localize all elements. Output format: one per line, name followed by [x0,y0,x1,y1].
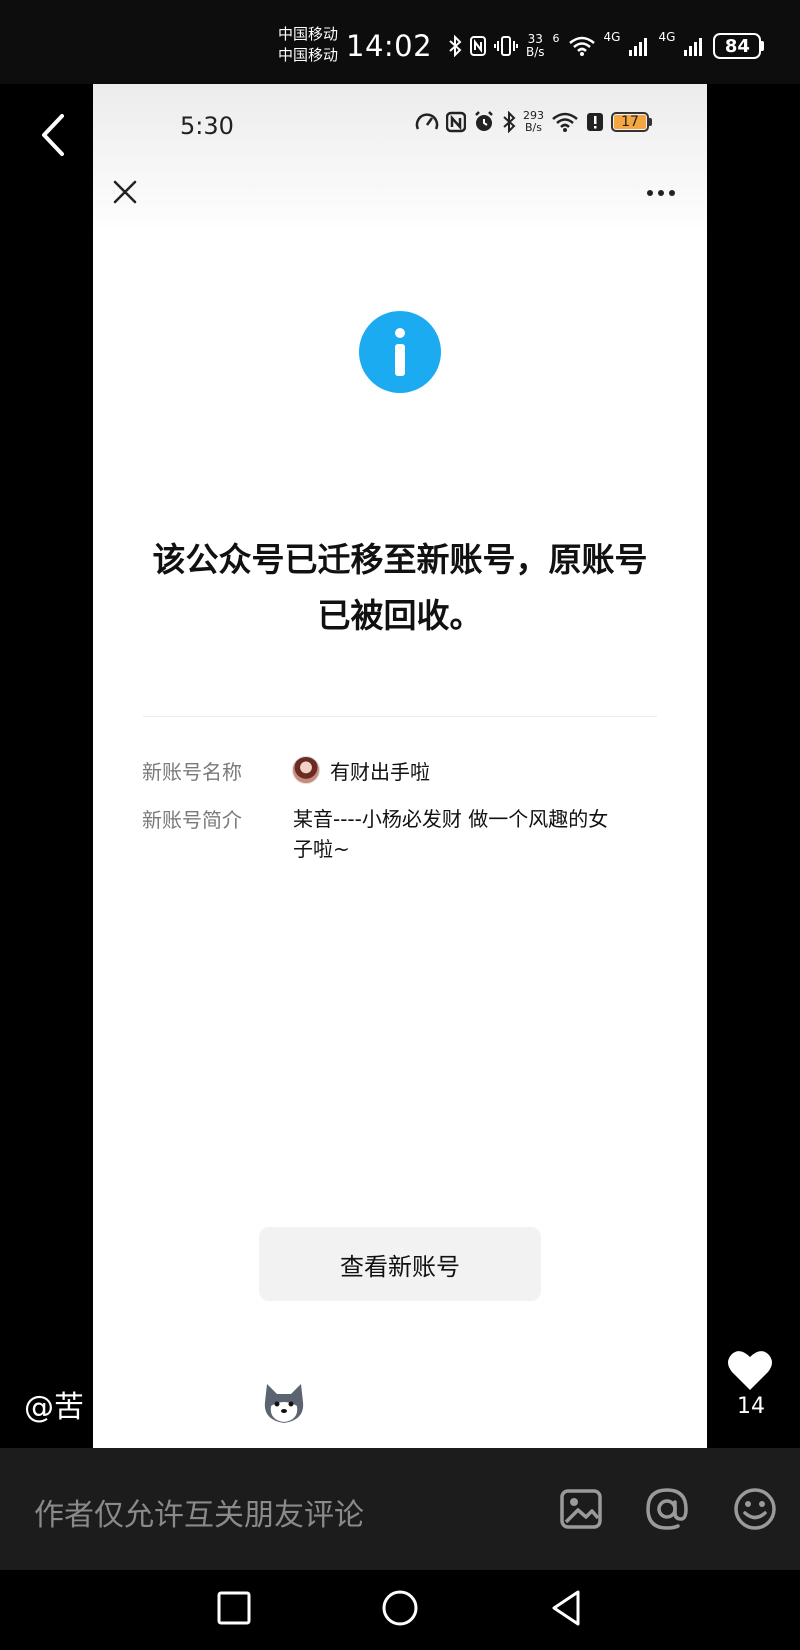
square-icon[interactable] [214,1588,254,1628]
info-icon-dot [395,328,405,338]
info-icon [359,311,441,393]
outer-net-speed: 33 B/s [526,33,545,59]
at-icon[interactable] [644,1486,690,1532]
inner-header: 5:30 293 B/s 17 [93,84,707,230]
new-account-name[interactable]: 有财出手啦 [330,756,430,785]
new-account-intro: 某音----小杨必发财 做一个风趣的女 子啦~ [293,804,608,864]
info-icon-bar [395,344,405,376]
inner-battery-level: 17 [614,115,646,129]
migration-notice: 该公众号已迁移至新账号，原账号 已被回收。 [133,532,667,644]
new-account-name-label: 新账号名称 [142,760,242,784]
bluetooth-icon [503,111,516,133]
inner-battery-tip [649,118,652,126]
outer-clock: 14:02 [346,29,433,63]
system-nav-bar [0,1570,800,1650]
divider [143,716,657,717]
alarm-icon [475,111,493,131]
wifi-icon [552,112,578,132]
network-2-label: 4G [658,30,676,44]
back-button[interactable] [36,110,72,160]
outer-battery: 84 [713,33,765,59]
outer-battery-level: 84 [713,33,762,59]
close-icon[interactable] [111,178,139,206]
like-count: 14 [737,1394,765,1419]
inner-speed-unit: B/s [525,121,542,134]
image-icon[interactable] [558,1486,604,1532]
circle-icon[interactable] [380,1588,420,1628]
signal-2-icon [684,38,703,56]
notice-line-1: 该公众号已迁移至新账号，原账号 [152,540,648,579]
wifi-icon [568,36,595,56]
nfc-icon [446,111,466,133]
intro-line-2: 子啦~ [293,837,350,861]
inner-net-speed: 293 B/s [523,110,544,134]
warning-icon [587,113,603,131]
inner-battery-body: 17 [611,112,649,132]
carrier-names: 中国移动 中国移动 [278,24,338,66]
screen: 中国移动 中国移动 14:02 33 B/s 6 4G 4G 84 5:30 2… [0,0,800,1650]
notice-line-2: 已被回收。 [317,596,483,635]
inner-clock: 5:30 [180,112,234,140]
comment-bar: 作者仅允许互关朋友评论 [0,1448,800,1570]
inner-battery: 17 [611,112,652,132]
triangle-back-icon[interactable] [546,1588,586,1628]
outer-status-bar: 中国移动 中国移动 14:02 33 B/s 6 4G 4G 84 [0,0,800,84]
emoji-icon[interactable] [732,1486,778,1532]
vibrate-icon [494,36,518,56]
inner-status-icons: 293 B/s 17 [415,110,652,134]
view-new-account-button[interactable]: 查看新账号 [259,1227,541,1301]
heart-icon[interactable] [726,1348,774,1392]
bluetooth-icon [449,35,462,57]
new-account-avatar [292,756,320,784]
speedometer-icon [415,113,439,130]
husky-sticker-icon [264,1384,304,1423]
comment-input[interactable]: 作者仅允许互关朋友评论 [34,1490,364,1534]
signal-1-icon [629,38,648,56]
outer-battery-tip [761,41,765,51]
embedded-screenshot: 5:30 293 B/s 17 该公众号已迁移至新账号，原账号 已被回收。 新账… [93,84,707,1448]
carrier-2: 中国移动 [278,46,339,64]
carrier-1: 中国移动 [278,25,339,43]
outer-speed-unit: B/s [526,45,545,59]
new-account-intro-label: 新账号简介 [142,808,242,832]
more-icon[interactable] [645,188,677,198]
network-1-label: 4G [603,30,621,44]
nfc-icon [470,36,486,56]
intro-line-1: 某音----小杨必发财 做一个风趣的女 [293,807,609,831]
author-handle[interactable]: @苦 [24,1382,94,1426]
outer-status-icons: 33 B/s 6 4G 4G 84 [448,30,765,62]
wifi-label: 6 [552,32,560,45]
